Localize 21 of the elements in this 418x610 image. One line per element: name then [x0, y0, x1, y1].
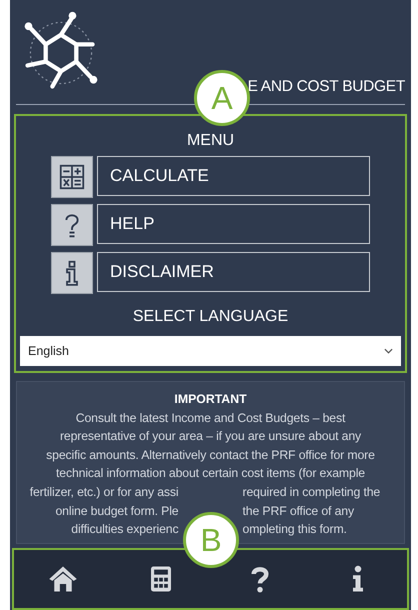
notice-text: the PRF office of any [242, 502, 354, 520]
callout-marker: A [194, 70, 250, 126]
language-label: SELECT LANGUAGE [132, 308, 288, 326]
menu-button[interactable]: CALCULATE [97, 156, 370, 196]
notice-text: required in completing the [242, 484, 380, 501]
notice-text: Consult the latest Income and Cost Budgets – best [74, 410, 346, 427]
language-select[interactable]: English [20, 336, 401, 366]
menu-button[interactable]: DISCLAIMER [97, 252, 370, 292]
notice-text: ompleting this form. [242, 521, 347, 538]
app-title: E AND COST BUDGET [248, 78, 405, 96]
chevron-down-icon [384, 348, 393, 354]
menu-heading: MENU [186, 132, 234, 150]
notice-text: difficulties experienc [71, 521, 178, 538]
notice-text: specific amounts. Alternatively contact the PRF office for more [45, 446, 376, 464]
notice-text: online budget form. Ple [55, 502, 178, 520]
notice-text: representative of your area – if you are unsure about any [58, 428, 362, 446]
notice-text: technical information about certain cost items (for example [55, 465, 366, 482]
notice-text: fertilizer, etc.) or for any assi [30, 484, 178, 501]
menu-button[interactable]: HELP [97, 204, 370, 244]
calculator-icon [57, 162, 87, 192]
notice-heading: IMPORTANT [173, 391, 248, 408]
